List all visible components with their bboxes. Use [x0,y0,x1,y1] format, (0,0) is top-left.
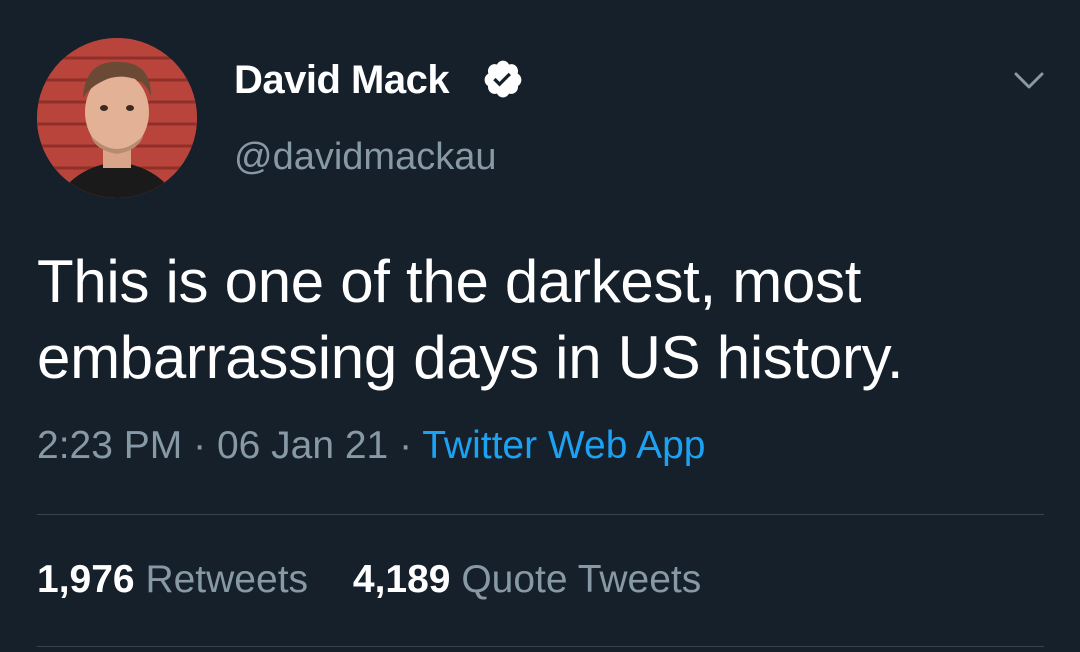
divider [37,514,1044,515]
retweets-stat[interactable]: 1,976 Retweets [37,558,319,601]
verified-badge-icon [484,60,522,98]
tweet-card: David Mack @davidmackau This is one of t… [0,0,1080,652]
retweets-count: 1,976 [37,558,135,601]
quote-tweets-count: 4,189 [352,558,451,601]
divider [37,646,1044,647]
tweet-time[interactable]: 2:23 PM [37,424,182,467]
chevron-down-icon[interactable] [1008,66,1050,94]
meta-separator: · [399,424,413,467]
tweet-meta: 2:23 PM · 06 Jan 21 · Twitter Web App [37,424,705,468]
tweet-text: This is one of the darkest, most embarra… [37,244,1047,396]
avatar[interactable] [37,38,197,198]
author-handle[interactable]: @davidmackau [234,136,496,179]
quote-tweets-label: Quote Tweets [461,558,702,601]
retweets-label: Retweets [145,558,309,601]
tweet-text-line: This is one of the darkest, most [37,248,862,315]
tweet-text-line: embarrassing days in US history. [37,324,904,391]
tweet-stats: 1,976 Retweets 4,189 Quote Tweets [37,558,735,602]
quote-tweets-stat[interactable]: 4,189 Quote Tweets [353,558,701,601]
tweet-source-link[interactable]: Twitter Web App [422,424,705,467]
tweet-date[interactable]: 06 Jan 21 [217,424,388,467]
meta-separator: · [193,424,207,467]
avatar-photo-icon [37,38,197,198]
author-display-name[interactable]: David Mack [234,58,450,103]
